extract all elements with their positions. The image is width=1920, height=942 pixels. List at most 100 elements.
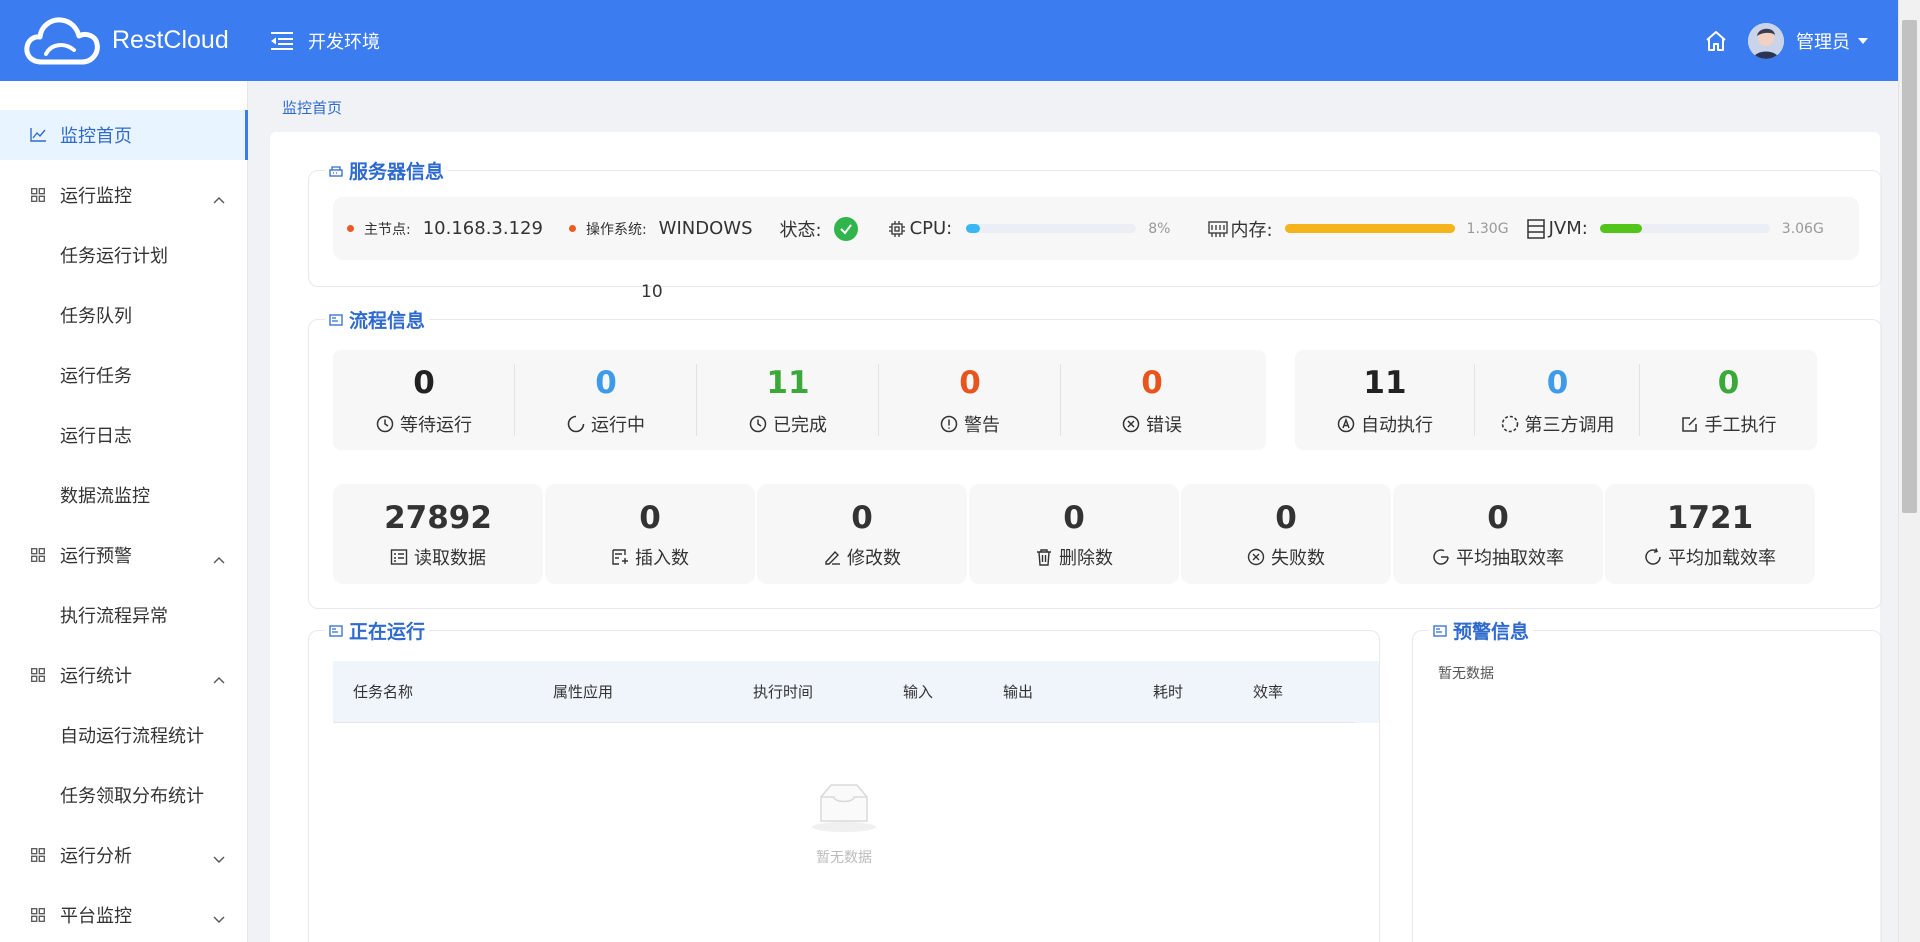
stat-completed[interactable]: 11 已完成: [697, 350, 879, 450]
sidebar-item-task-queue[interactable]: 任务队列: [0, 290, 247, 340]
sidebar-item-run-log[interactable]: 运行日志: [0, 410, 247, 460]
jvm-label: JVM:: [1548, 218, 1588, 239]
jvm-progress: [1599, 224, 1770, 233]
sidebar: 监控首页 运行监控 任务运行计划 任务队列 运行任务 运行日志 数据流监控 运行…: [0, 81, 248, 942]
chevron-up-icon: [213, 668, 225, 689]
stat-warning[interactable]: 0 警告: [879, 350, 1061, 450]
sidebar-group-platform-monitor[interactable]: 平台监控: [0, 890, 247, 940]
stat-failed[interactable]: 0 失败数: [1181, 484, 1391, 584]
user-name: 管理员: [1796, 31, 1850, 53]
trash-icon: [1035, 548, 1053, 566]
memory-icon: [1208, 220, 1229, 238]
sidebar-item-monitor-home[interactable]: 监控首页: [0, 110, 248, 160]
col-efficiency[interactable]: 效率: [1253, 681, 1283, 702]
grid-icon: [30, 667, 46, 683]
content-card: 服务器信息 主节点: 10.168.3.129 操作系统: WINDOWS 状态…: [270, 132, 1882, 942]
grid-icon: [30, 547, 46, 563]
stat-avg-load[interactable]: 1721 平均加载效率: [1605, 484, 1815, 584]
empty-inbox-icon: [809, 781, 879, 837]
stat-manual-exec[interactable]: 0 手工执行: [1640, 350, 1817, 450]
server-icon: [329, 165, 343, 177]
stat-auto-exec[interactable]: 11 自动执行: [1295, 350, 1475, 450]
stat-delete[interactable]: 0 删除数: [969, 484, 1179, 584]
col-app[interactable]: 属性应用: [553, 681, 613, 702]
status-dot: [347, 225, 354, 232]
caret-down-icon: [1858, 37, 1868, 44]
breadcrumb[interactable]: 监控首页: [282, 97, 342, 118]
memory-progress: [1284, 224, 1455, 233]
loading-icon: [567, 415, 585, 433]
edit-icon: [1681, 415, 1699, 433]
cloud-logo-icon: [24, 16, 100, 64]
sidebar-item-auto-flow-stats[interactable]: 自动运行流程统计: [0, 710, 247, 760]
jvm-value: 3.06G: [1781, 220, 1824, 237]
refresh-icon: [1644, 548, 1662, 566]
list-card-icon: [329, 313, 343, 326]
stat-read-data[interactable]: 27892 读取数据: [333, 484, 543, 584]
home-icon[interactable]: [1704, 29, 1728, 53]
cpu-percent: 8%: [1148, 220, 1171, 237]
running-table-header: 任务名称 属性应用 执行时间 输入 输出 耗时 效率: [333, 661, 1379, 723]
execution-type-group: 11 自动执行 0 第三方调用 0 手工执行: [1295, 350, 1817, 450]
memory-value: 1.30G: [1466, 220, 1509, 237]
cpu-progress-fill: [966, 224, 980, 233]
col-output[interactable]: 输出: [1003, 681, 1033, 702]
stat-running[interactable]: 0 运行中: [515, 350, 697, 450]
os-value: WINDOWS: [658, 218, 753, 239]
alerts-empty-text: 暂无数据: [1438, 666, 1494, 682]
jvm-server-icon: [1526, 218, 1545, 239]
sidebar-item-dataflow-monitor[interactable]: 数据流监控: [0, 470, 247, 520]
sidebar-item-run-task[interactable]: 运行任务: [0, 350, 247, 400]
col-exec-time[interactable]: 执行时间: [753, 681, 813, 702]
grid-icon: [30, 187, 46, 203]
running-panel: 正在运行 任务名称 属性应用 执行时间 输入 输出 耗时 效率 暂无数据: [308, 617, 1380, 942]
page-scrollbar[interactable]: [1898, 0, 1920, 942]
main-node-label: 主节点:: [364, 221, 411, 238]
server-info-panel: 服务器信息 主节点: 10.168.3.129 操作系统: WINDOWS 状态…: [308, 157, 1882, 287]
user-menu[interactable]: 管理员: [1796, 28, 1868, 54]
clock-icon: [749, 415, 767, 433]
warning-icon: [940, 415, 958, 433]
list-card-icon: [329, 624, 343, 637]
cpu-progress: [966, 224, 1137, 233]
stat-error[interactable]: 0 错误: [1061, 350, 1243, 450]
stat-avg-extract[interactable]: 0 平均抽取效率: [1393, 484, 1603, 584]
server-info-title: 服务器信息: [325, 157, 449, 184]
clock-icon: [376, 415, 394, 433]
running-empty-state: 暂无数据: [309, 781, 1379, 867]
chevron-down-icon: [213, 848, 225, 869]
sidebar-item-task-plan[interactable]: 任务运行计划: [0, 230, 247, 280]
sidebar-item-task-distribution-stats[interactable]: 任务领取分布统计: [0, 770, 247, 820]
list-card-icon: [1433, 624, 1447, 637]
avatar[interactable]: [1748, 22, 1784, 59]
running-title: 正在运行: [325, 617, 430, 644]
sidebar-group-run-analysis[interactable]: 运行分析: [0, 830, 247, 880]
stat-waiting[interactable]: 0 等待运行: [333, 350, 515, 450]
logo-text: RestCloud: [112, 26, 229, 54]
chevron-up-icon: [213, 548, 225, 569]
col-task-name[interactable]: 任务名称: [353, 681, 413, 702]
run-status-group: 0 等待运行 0 运行中 11 已完成 0 警告 0 错误: [333, 350, 1266, 450]
stat-modify[interactable]: 0 修改数: [757, 484, 967, 584]
col-input[interactable]: 输入: [903, 681, 933, 702]
header-right: 管理员: [1704, 0, 1868, 81]
sidebar-item-label: 运行统计: [60, 666, 132, 687]
os-label: 操作系统:: [585, 221, 647, 238]
jvm-progress-fill: [1599, 224, 1643, 233]
chart-line-icon: [30, 127, 46, 143]
sidebar-item-flow-exception[interactable]: 执行流程异常: [0, 590, 247, 640]
env-label[interactable]: 开发环境: [308, 28, 380, 54]
insert-icon: [611, 548, 629, 566]
stat-third-party[interactable]: 0 第三方调用: [1475, 350, 1640, 450]
menu-toggle-icon[interactable]: [270, 30, 294, 52]
logo[interactable]: RestCloud: [0, 16, 246, 66]
col-duration[interactable]: 耗时: [1153, 681, 1183, 702]
sidebar-group-run-alert[interactable]: 运行预警: [0, 530, 247, 580]
stat-insert[interactable]: 0 插入数: [545, 484, 755, 584]
main-node-value: 10.168.3.129: [422, 218, 543, 239]
sidebar-item-label: 运行监控: [60, 186, 132, 207]
scrollbar-thumb[interactable]: [1902, 20, 1917, 513]
grid-icon: [30, 907, 46, 923]
sidebar-group-run-monitor[interactable]: 运行监控: [0, 170, 247, 220]
sidebar-group-run-stats[interactable]: 运行统计: [0, 650, 247, 700]
